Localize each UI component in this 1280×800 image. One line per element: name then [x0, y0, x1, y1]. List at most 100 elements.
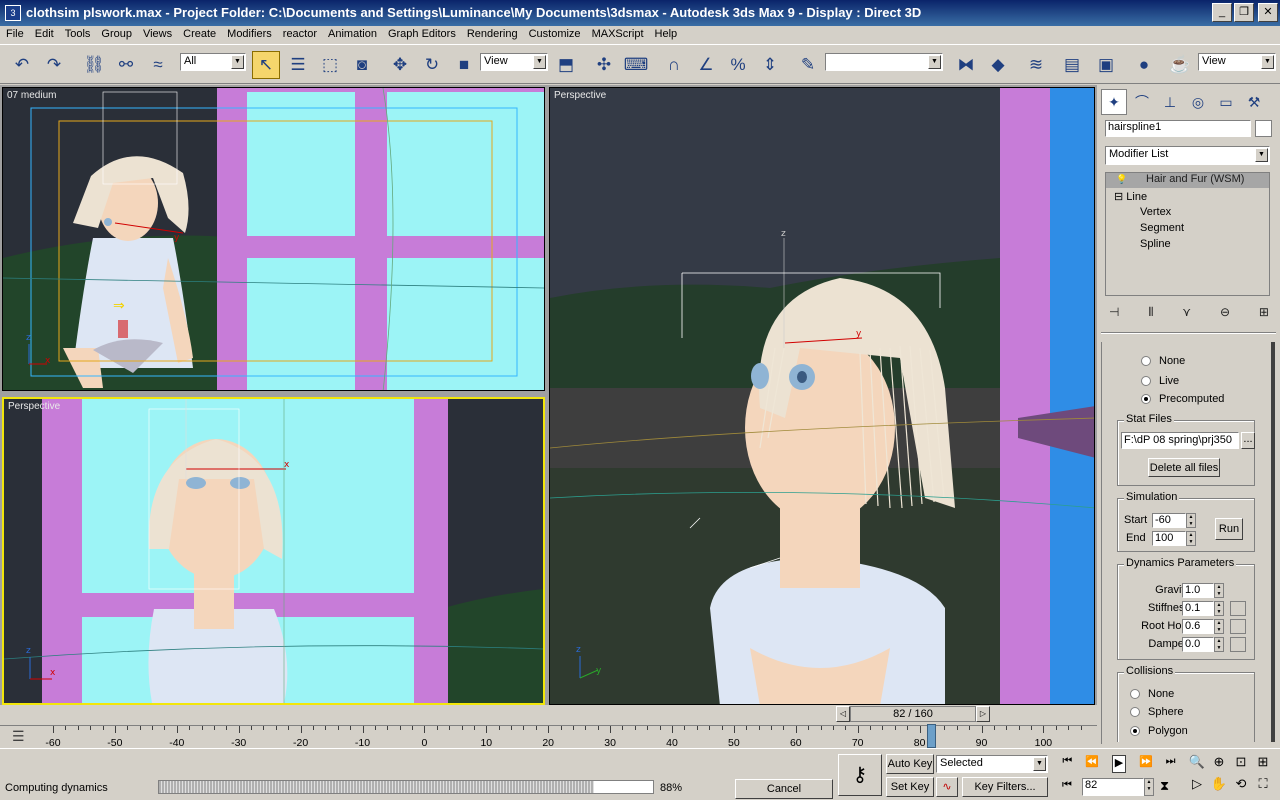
radio-icon[interactable] [1141, 394, 1151, 405]
current-frame-field[interactable]: 82 [1082, 778, 1144, 796]
scale-icon[interactable]: ■ [450, 51, 478, 79]
collision-option-polygon[interactable]: Polygon [1130, 725, 1188, 737]
menu-customize[interactable]: Customize [525, 26, 588, 44]
layer-manager-icon[interactable]: ≋ [1022, 51, 1050, 79]
stack-item-vertex[interactable]: Vertex [1140, 206, 1171, 218]
previous-key-icon[interactable]: ⏪ [1085, 755, 1099, 773]
window-crossing-icon[interactable]: ◙ [348, 51, 376, 79]
spinner-snap-icon[interactable]: ⇕ [756, 51, 784, 79]
viewport-bottom-left[interactable]: x x z Perspective [2, 397, 545, 705]
next-key-icon[interactable]: ⏩ [1139, 755, 1153, 773]
percent-snap-icon[interactable]: % [724, 51, 752, 79]
named-selection-dropdown[interactable]: ▼ [825, 53, 943, 71]
schematic-view-icon[interactable]: ▣ [1092, 51, 1120, 79]
remove-modifier-icon[interactable]: ⊖ [1220, 305, 1230, 323]
menu-views[interactable]: Views [139, 26, 179, 44]
menu-help[interactable]: Help [651, 26, 685, 44]
material-editor-icon[interactable]: ● [1130, 51, 1158, 79]
viewport-right[interactable]: y z y z Perspective [549, 87, 1095, 705]
mode-option-none[interactable]: None [1141, 355, 1185, 367]
pin-stack-icon[interactable]: ⊣ [1109, 305, 1119, 323]
manipulate-icon[interactable]: ✣ [590, 51, 618, 79]
set-key-key-icon[interactable]: ⚷ [838, 754, 882, 796]
lightbulb-icon[interactable]: 💡 [1116, 174, 1127, 185]
curve-editor-icon[interactable]: ▤ [1058, 51, 1086, 79]
object-color-swatch[interactable] [1255, 120, 1272, 137]
root-hold-spinner[interactable]: ▲ ▼ [1214, 619, 1224, 634]
minimize-button[interactable]: _ [1212, 3, 1232, 22]
create-tab-icon[interactable]: ✦ [1101, 89, 1127, 115]
stat-files-path-field[interactable]: F:\dP 08 spring\prj350 [1121, 432, 1239, 449]
select-by-name-icon[interactable]: ☰ [284, 51, 312, 79]
align-icon[interactable]: ◆ [984, 51, 1012, 79]
menu-graph-editors[interactable]: Graph Editors [384, 26, 463, 44]
render-scene-icon[interactable]: ☕ [1166, 51, 1194, 79]
radio-icon[interactable] [1130, 707, 1140, 718]
mode-option-live[interactable]: Live [1141, 375, 1179, 387]
keyboard-shortcut-icon[interactable]: ⌨ [622, 51, 650, 79]
time-configuration-icon[interactable]: ⧗ [1160, 778, 1169, 794]
select-link-icon[interactable]: ⛓ [80, 51, 108, 79]
end-field[interactable]: 100 [1152, 531, 1186, 546]
menu-rendering[interactable]: Rendering [463, 26, 525, 44]
menu-reactor[interactable]: reactor [279, 26, 324, 44]
modify-tab-icon[interactable]: ⌒ [1129, 89, 1155, 115]
pan-icon[interactable]: ✋ [1208, 776, 1230, 798]
end-spinner[interactable]: ▲ ▼ [1186, 531, 1196, 546]
dampen-field[interactable]: 0.0 [1182, 637, 1214, 652]
arc-rotate-icon[interactable]: ⟲ [1230, 776, 1252, 798]
zoom-extents-icon[interactable]: ⊡ [1230, 754, 1252, 776]
radio-icon[interactable] [1130, 689, 1140, 700]
panel-scrollbar[interactable] [1271, 342, 1275, 742]
browse-button[interactable]: ... [1241, 432, 1255, 449]
collision-option-none[interactable]: None [1130, 688, 1174, 700]
root-hold-map-button[interactable] [1230, 619, 1246, 634]
menu-animation[interactable]: Animation [324, 26, 384, 44]
stiffness-spinner[interactable]: ▲ ▼ [1214, 601, 1224, 616]
menu-file[interactable]: File [2, 26, 31, 44]
viewport-label[interactable]: Perspective [554, 90, 606, 101]
mirror-icon[interactable]: ⧓ [952, 51, 980, 79]
selection-filter-dropdown[interactable]: All ▼ [180, 53, 246, 71]
viewport-label[interactable]: 07 medium [7, 90, 56, 101]
maximize-viewport-icon[interactable]: ⛶ [1252, 776, 1274, 798]
auto-key-button[interactable]: Auto Key [886, 754, 934, 774]
mode-option-precomputed[interactable]: Precomputed [1141, 393, 1224, 405]
render-type-dropdown[interactable]: View ▼ [1198, 53, 1276, 71]
pivot-center-icon[interactable]: ⬒ [552, 51, 580, 79]
object-name-field[interactable]: hairspline1 [1105, 120, 1251, 137]
bind-space-warp-icon[interactable]: ≈ [144, 51, 172, 79]
app-icon[interactable]: 3 [5, 5, 21, 21]
stack-item-line[interactable]: ⊟ Line [1114, 190, 1147, 203]
go-to-start-icon[interactable]: ⏮ [1062, 755, 1072, 773]
menu-create[interactable]: Create [179, 26, 223, 44]
previous-frame-arrow[interactable]: ◁ [836, 706, 850, 722]
angle-snap-icon[interactable]: ∠ [692, 51, 720, 79]
edit-named-selection-icon[interactable]: ✎ [794, 51, 822, 79]
undo-icon[interactable]: ↶ [8, 51, 36, 79]
menu-group[interactable]: Group [97, 26, 139, 44]
stack-item-spline[interactable]: Spline [1140, 238, 1171, 250]
delete-all-files-button[interactable]: Delete all files [1148, 458, 1220, 477]
dampen-spinner[interactable]: ▲ ▼ [1214, 637, 1224, 652]
modifier-list-dropdown[interactable]: Modifier List ▼ [1105, 146, 1270, 165]
viewport-top-left[interactable]: ⇒ y x z 07 medium [2, 87, 545, 391]
radio-icon[interactable] [1141, 376, 1151, 387]
set-key-button[interactable]: Set Key [886, 777, 934, 797]
key-mode-toggle-icon[interactable]: ⏮ [1062, 779, 1072, 792]
gravity-field[interactable]: 1.0 [1182, 583, 1214, 598]
reference-coordinate-dropdown[interactable]: View ▼ [480, 53, 548, 71]
play-icon[interactable]: ▶ [1111, 755, 1127, 773]
key-mode-dropdown[interactable]: Selected ▼ [936, 755, 1048, 773]
default-tangent-icon[interactable]: ∿ [936, 777, 958, 797]
cancel-button[interactable]: Cancel [735, 779, 833, 799]
unlink-icon[interactable]: ⚯ [112, 51, 140, 79]
mini-curve-editor-icon[interactable]: ☰ [12, 728, 25, 745]
time-slider-thumb[interactable]: 82 / 160 [850, 706, 976, 722]
snaps-toggle-icon[interactable]: ∩ [660, 51, 688, 79]
zoom-icon[interactable]: 🔍 [1186, 754, 1208, 776]
next-frame-arrow[interactable]: ▷ [976, 706, 990, 722]
motion-tab-icon[interactable]: ◎ [1185, 89, 1211, 115]
radio-icon[interactable] [1130, 726, 1140, 737]
collision-option-sphere[interactable]: Sphere [1130, 706, 1183, 718]
